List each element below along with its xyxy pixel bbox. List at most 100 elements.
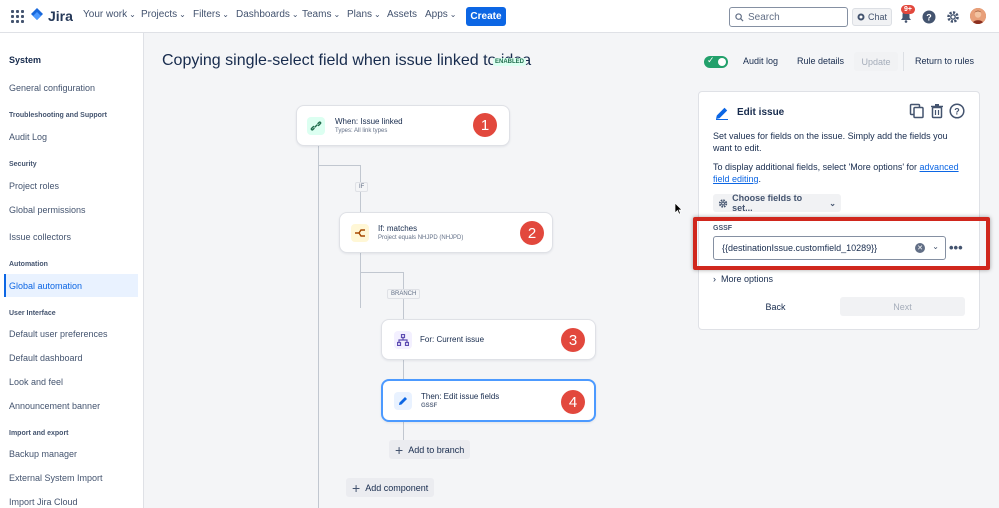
return-to-rules-button[interactable]: Return to rules xyxy=(915,56,974,66)
annotation-highlight-box xyxy=(693,217,990,270)
add-component-button[interactable]: + Add component xyxy=(346,478,435,497)
rule-title: Copying single-select field when issue l… xyxy=(162,52,532,69)
sidebar-item-default-user-preferences[interactable]: Default user preferences xyxy=(9,329,108,339)
nav-dashboards[interactable]: Dashboards ⌄ xyxy=(236,9,299,20)
rule-details-button[interactable]: Rule details xyxy=(797,56,844,66)
chevron-down-icon: ⌄ xyxy=(374,10,381,19)
panel-title: Edit issue xyxy=(737,107,785,118)
jira-logo-icon xyxy=(31,8,43,20)
step-number-badge: 1 xyxy=(473,113,497,137)
rule-enabled-toggle[interactable]: ✓ xyxy=(704,55,728,68)
chat-icon xyxy=(857,13,865,21)
chat-button[interactable]: Chat xyxy=(852,8,892,26)
help-icon[interactable]: ? xyxy=(949,103,965,122)
flow-connector xyxy=(403,360,404,380)
header-divider xyxy=(903,52,904,71)
sidebar-item-issue-collectors[interactable]: Issue collectors xyxy=(9,232,71,242)
sidebar-item-default-dashboard[interactable]: Default dashboard xyxy=(9,353,83,363)
sidebar-heading-user-interface: User Interface xyxy=(9,310,56,317)
sidebar-title: System xyxy=(9,55,42,65)
nav-assets[interactable]: Assets xyxy=(387,9,417,20)
trigger-title: When: Issue linked xyxy=(335,117,403,126)
plus-icon: + xyxy=(352,479,361,496)
sidebar-item-external-system-import[interactable]: External System Import xyxy=(9,473,103,483)
nav-apps[interactable]: Apps ⌄ xyxy=(425,9,457,20)
update-button[interactable]: Update xyxy=(854,52,898,71)
chevron-down-icon: ⌄ xyxy=(829,198,836,208)
audit-log-button[interactable]: Audit log xyxy=(743,56,778,66)
step-number-badge: 4 xyxy=(561,390,585,414)
app-switcher-icon[interactable] xyxy=(11,10,24,23)
notifications-badge: 9+ xyxy=(901,5,915,14)
jira-logo[interactable]: Jira xyxy=(30,8,73,24)
flow-connector xyxy=(403,421,404,441)
chevron-down-icon: ⌄ xyxy=(333,10,341,19)
sidebar-item-global-permissions[interactable]: Global permissions xyxy=(9,205,86,215)
logo-text: Jira xyxy=(48,8,73,24)
edit-issue-panel: Edit issue ? Set values for fields on th… xyxy=(698,91,980,330)
nav-your-work[interactable]: Your work ⌄ xyxy=(83,9,136,20)
mouse-cursor-icon xyxy=(675,203,683,215)
sidebar-heading-automation: Automation xyxy=(9,261,48,268)
more-options-toggle[interactable]: › More options xyxy=(713,274,773,284)
create-button[interactable]: Create xyxy=(466,7,506,26)
add-to-branch-button[interactable]: + Add to branch xyxy=(389,440,471,459)
trigger-card[interactable]: When: Issue linked Types: All link types… xyxy=(296,105,510,146)
nav-projects[interactable]: Projects ⌄ xyxy=(141,9,186,20)
chevron-down-icon: ⌄ xyxy=(129,10,136,19)
sidebar-item-look-and-feel[interactable]: Look and feel xyxy=(9,377,63,387)
avatar[interactable] xyxy=(970,8,986,24)
svg-text:?: ? xyxy=(954,107,960,117)
branch-title: For: Current issue xyxy=(420,335,485,344)
condition-card[interactable]: If: matches Project equals NHJPD (NHJPD)… xyxy=(339,212,553,253)
if-tag: IF xyxy=(355,182,369,192)
next-button[interactable]: Next xyxy=(840,297,965,316)
sidebar-item-general-configuration[interactable]: General configuration xyxy=(9,83,95,93)
more-options-label: More options xyxy=(721,274,774,284)
nav-filters[interactable]: Filters ⌄ xyxy=(193,9,229,20)
settings-gear-icon xyxy=(718,198,728,208)
condition-title: If: matches xyxy=(378,224,418,233)
add-to-branch-label: Add to branch xyxy=(408,444,465,455)
sidebar-heading-troubleshooting: Troubleshooting and Support xyxy=(9,112,107,119)
pencil-icon xyxy=(714,105,730,124)
settings-gear-icon[interactable] xyxy=(945,9,960,24)
flow-connector xyxy=(360,272,403,273)
branch-card[interactable]: For: Current issue 3 xyxy=(381,319,596,360)
pencil-icon xyxy=(394,392,412,410)
chevron-right-icon: › xyxy=(713,274,716,284)
link-icon xyxy=(307,117,325,135)
sidebar-item-import-jira-cloud[interactable]: Import Jira Cloud xyxy=(9,497,78,507)
chat-label: Chat xyxy=(867,12,887,22)
trigger-subtitle: Types: All link types xyxy=(335,128,388,134)
delete-trash-icon[interactable] xyxy=(929,103,945,122)
nav-teams[interactable]: Teams ⌄ xyxy=(302,9,340,20)
sidebar-heading-import-export: Import and export xyxy=(9,430,69,437)
search-input[interactable]: Search xyxy=(729,7,848,27)
nav-plans[interactable]: Plans ⌄ xyxy=(347,9,381,20)
flow-connector xyxy=(360,253,361,308)
check-icon: ✓ xyxy=(707,55,715,65)
search-icon xyxy=(735,12,744,22)
choose-fields-button[interactable]: Choose fields to set... ⌄ xyxy=(713,193,841,213)
sidebar-item-project-roles[interactable]: Project roles xyxy=(9,181,59,191)
step-number-badge: 2 xyxy=(520,221,544,245)
duplicate-icon[interactable] xyxy=(909,103,925,122)
help-icon[interactable]: ? xyxy=(921,9,936,24)
sidebar-item-backup-manager[interactable]: Backup manager xyxy=(9,449,77,459)
panel-actions: ? xyxy=(909,103,965,122)
step-number-badge: 3 xyxy=(561,328,585,352)
sidebar-item-audit-log[interactable]: Audit Log xyxy=(9,132,47,142)
sidebar-item-announcement-banner[interactable]: Announcement banner xyxy=(9,401,100,411)
svg-text:?: ? xyxy=(926,12,932,22)
flow-connector xyxy=(318,165,360,166)
action-card[interactable]: Then: Edit issue fields GSSF 4 xyxy=(381,379,596,422)
action-title: Then: Edit issue fields xyxy=(421,392,500,401)
back-button[interactable]: Back xyxy=(713,297,838,316)
panel-more-fields-text: To display additional fields, select 'Mo… xyxy=(713,162,959,184)
branch-hierarchy-icon xyxy=(394,331,412,349)
sidebar-item-global-automation[interactable]: Global automation xyxy=(9,281,82,291)
action-subtitle: GSSF xyxy=(421,403,438,409)
add-component-label: Add component xyxy=(365,482,429,493)
chevron-down-icon: ⌄ xyxy=(222,10,229,19)
